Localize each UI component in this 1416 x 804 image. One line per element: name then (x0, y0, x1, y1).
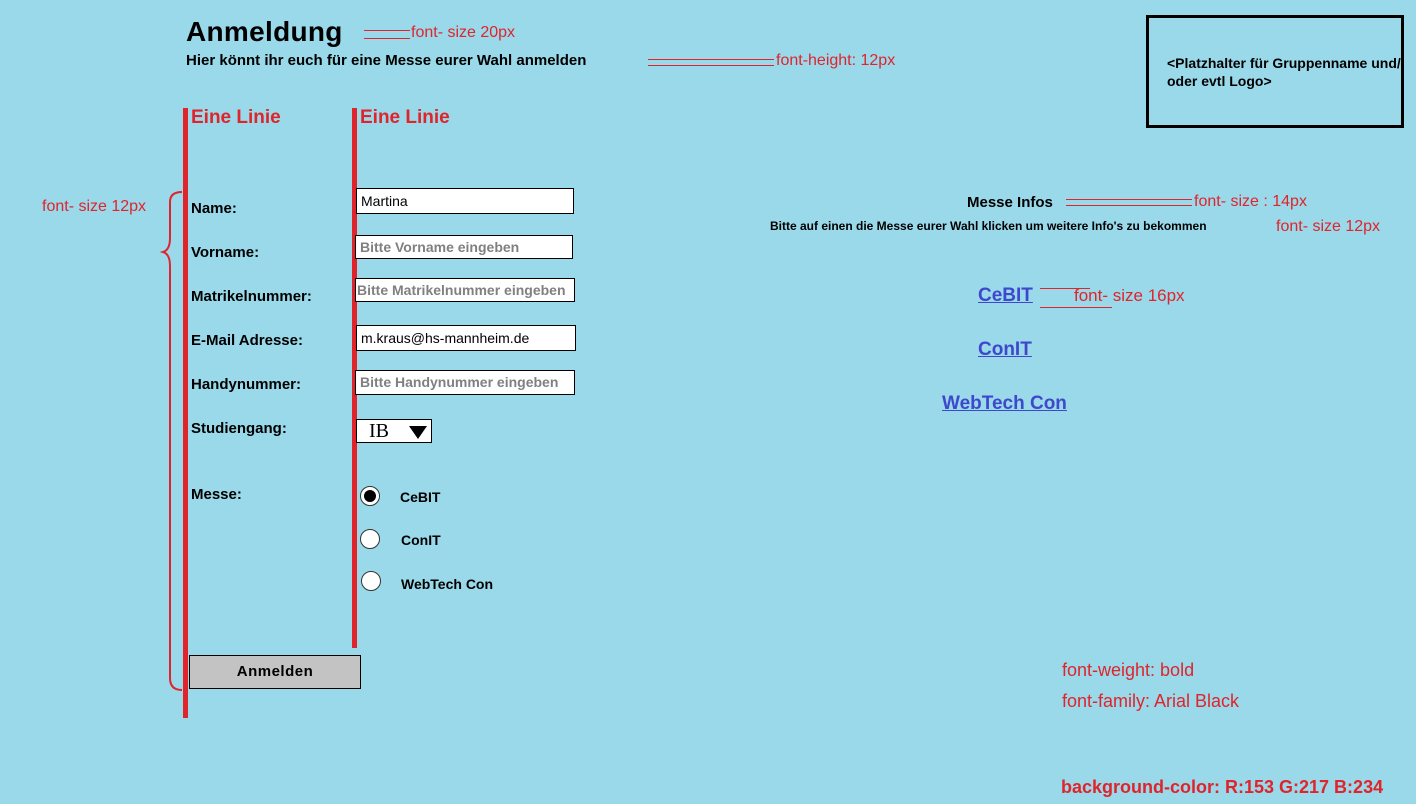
studiengang-select[interactable]: IB (356, 419, 432, 443)
brace-annotation (160, 191, 183, 691)
page-title: Anmeldung (186, 16, 343, 47)
radio-cebit[interactable] (360, 486, 380, 506)
guide-line-left-label: Eine Linie (191, 107, 281, 128)
radio-cebit-label[interactable]: CeBIT (400, 489, 440, 505)
annotation-pointer-line (1066, 205, 1192, 206)
messe-infos-title: Messe Infos (967, 194, 1053, 211)
vorname-label: Vorname: (191, 244, 260, 261)
name-input[interactable]: Martina (356, 188, 574, 214)
vorname-input[interactable]: Bitte Vorname eingeben (355, 235, 573, 259)
annotation-link-size: font- size 16px (1074, 286, 1185, 305)
page-subtitle: Hier könnt ihr euch für eine Messe eurer… (186, 52, 587, 69)
annotation-form-size: font- size 12px (42, 198, 147, 215)
matrikelnummer-label: Matrikelnummer: (191, 288, 312, 305)
annotation-pointer-line (648, 65, 774, 66)
email-input[interactable]: m.kraus@hs-mannheim.de (356, 325, 576, 351)
annotation-info-hint-size: font- size 12px (1276, 218, 1381, 235)
logo-placeholder-box: <Platzhalter für Gruppenname und/ oder e… (1146, 15, 1404, 128)
radio-webtech-con[interactable] (361, 571, 381, 591)
messe-infos-hint: Bitte auf einen die Messe eurer Wahl kli… (770, 219, 1207, 233)
studiengang-label: Studiengang: (191, 420, 287, 437)
name-label: Name: (191, 200, 237, 217)
messe-label: Messe: (191, 486, 242, 503)
email-label: E-Mail Adresse: (191, 332, 303, 349)
guide-line-right-label: Eine Linie (360, 107, 450, 128)
radio-webtech-con-label[interactable]: WebTech Con (401, 576, 493, 592)
annotation-info-title-size: font- size : 14px (1194, 193, 1307, 210)
handynummer-label: Handynummer: (191, 376, 302, 393)
annotation-pointer-line (364, 30, 410, 31)
handynummer-input[interactable]: Bitte Handynummer eingeben (355, 370, 575, 395)
radio-conit[interactable] (360, 529, 380, 549)
annotation-subtitle-size: font-height: 12px (776, 52, 896, 69)
link-webtech-con[interactable]: WebTech Con (942, 393, 1067, 415)
link-cebit[interactable]: CeBIT (978, 285, 1033, 307)
annotation-background-color: background-color: R:153 G:217 B:234 (1061, 777, 1384, 797)
annotation-font-weight: font-weight: bold (1062, 660, 1195, 680)
annotation-pointer-line (1066, 199, 1192, 200)
annotation-pointer-line (648, 59, 774, 60)
dropdown-arrow-icon (409, 426, 427, 439)
annotation-title-size: font- size 20px (411, 24, 516, 41)
logo-placeholder-text: <Platzhalter für Gruppenname und/ oder e… (1167, 55, 1401, 89)
annotation-font-family: font-family: Arial Black (1062, 691, 1240, 711)
studiengang-selected-value: IB (369, 420, 389, 442)
anmelden-button[interactable]: Anmelden (189, 655, 361, 689)
link-conit[interactable]: ConIT (978, 339, 1032, 361)
annotation-pointer-line (364, 38, 410, 39)
annotation-pointer-line (1040, 307, 1112, 308)
matrikelnummer-input[interactable]: Bitte Matrikelnummer eingeben (355, 278, 575, 302)
radio-conit-label[interactable]: ConIT (401, 532, 441, 548)
